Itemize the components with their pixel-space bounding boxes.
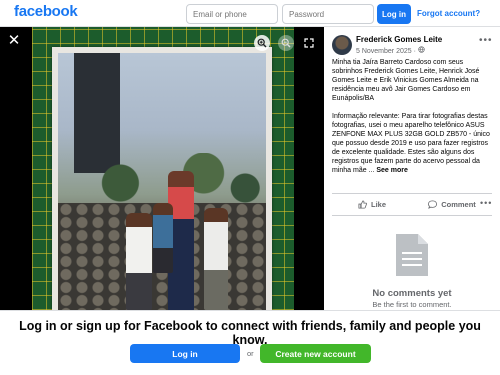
post-date[interactable]: 5 November 2025 <box>356 48 412 55</box>
photo-scene <box>58 53 266 310</box>
like-icon <box>358 199 367 209</box>
no-comments-subtitle: Be the first to comment. <box>372 300 452 309</box>
more-actions-icon[interactable]: ••• <box>480 198 492 208</box>
post-caption: Minha tia Jaíra Barreto Cardoso com seus… <box>332 58 495 175</box>
photo-plants <box>58 153 266 203</box>
forgot-account-link[interactable]: Forgot account? <box>417 9 480 18</box>
photo-print <box>52 47 272 310</box>
see-more-link[interactable]: See more <box>376 167 408 174</box>
expand-icon[interactable] <box>301 35 317 51</box>
banner-text: Log in or sign up for Facebook to connec… <box>19 319 481 347</box>
post-author[interactable]: Frederick Gomes Leite <box>356 35 442 44</box>
more-options-icon[interactable]: ••• <box>479 35 493 46</box>
close-icon[interactable]: ✕ <box>6 33 22 49</box>
photo-person <box>153 203 173 273</box>
no-comments-icon <box>394 232 430 278</box>
like-label: Like <box>370 199 386 209</box>
comment-label: Comment <box>441 199 476 209</box>
post-panel: Frederick Gomes Leite 5 November 2025 · … <box>324 27 500 310</box>
create-account-button[interactable]: Create new account <box>260 344 371 363</box>
zoom-out-icon[interactable] <box>278 35 294 51</box>
login-button[interactable]: Log in <box>377 4 411 24</box>
zoom-in-icon[interactable] <box>254 35 270 51</box>
comment-icon <box>428 199 438 209</box>
divider <box>332 215 492 216</box>
photo-person <box>204 208 228 310</box>
email-input[interactable] <box>186 4 278 24</box>
no-comments-title: No comments yet <box>372 288 452 299</box>
caption-text: Minha tia Jaíra Barreto Cardoso com seus… <box>332 59 490 174</box>
photo-person <box>126 213 152 310</box>
divider <box>332 193 492 194</box>
facebook-logo[interactable]: facebook <box>14 3 78 20</box>
like-button[interactable]: Like <box>332 200 412 209</box>
post-actions: Like Comment <box>332 195 492 213</box>
banner-login-button[interactable]: Log in <box>130 344 240 363</box>
top-bar: facebook Log in Forgot account? <box>0 0 500 27</box>
photo-viewer: ✕ <box>0 27 324 310</box>
post-photo <box>32 27 294 310</box>
avatar[interactable] <box>332 35 352 55</box>
globe-icon <box>418 46 425 55</box>
or-label: or <box>247 349 254 358</box>
password-input[interactable] <box>282 4 374 24</box>
login-banner: Log in or sign up for Facebook to connec… <box>0 310 500 375</box>
post-meta: 5 November 2025 · <box>356 46 425 55</box>
